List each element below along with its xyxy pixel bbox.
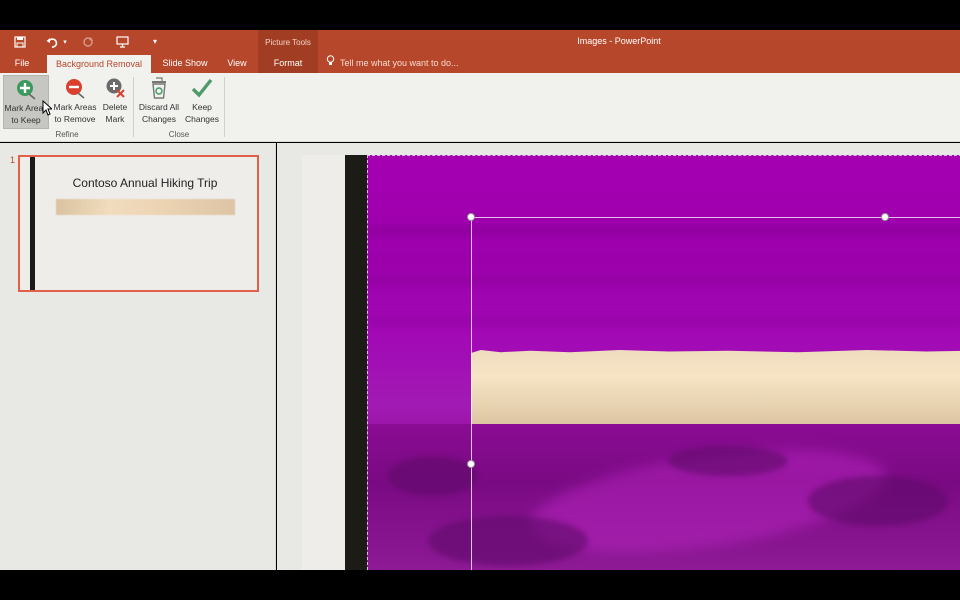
mouse-cursor-icon (42, 99, 54, 116)
close-group-label: Close (168, 130, 190, 139)
refine-group-label: Refine (55, 130, 79, 139)
sky-streak (368, 316, 960, 326)
keep-changes-line2: Changes (184, 114, 220, 124)
video-letterbox-top (0, 0, 960, 30)
keep-changes-button[interactable]: Keep Changes (183, 75, 221, 129)
tell-me-text: Tell me what you want to do... (340, 58, 459, 68)
keep-changes-line1: Keep (192, 102, 212, 112)
delete-mark-icon (104, 77, 126, 99)
resize-handle[interactable] (881, 213, 889, 221)
shrub (808, 476, 948, 526)
shrub (668, 446, 788, 476)
shrub (388, 456, 478, 496)
group-separator (224, 77, 225, 137)
tab-slide-show[interactable]: Slide Show (158, 53, 212, 73)
picture-tools-label: Picture Tools (265, 38, 311, 47)
mark-keep-line2: to Keep (11, 115, 41, 125)
slide-thumbnail[interactable]: Contoso Annual Hiking Trip (18, 155, 259, 292)
ribbon-tabs: File Background Removal Slide Show View … (0, 53, 960, 73)
title-bar: ▾ ▾ Images - PowerPoint (0, 30, 960, 53)
resize-handle[interactable] (467, 213, 475, 221)
slide-dark-bar (345, 155, 367, 570)
shrub (428, 516, 588, 566)
background-removal-picture[interactable] (367, 155, 960, 570)
tab-file[interactable]: File (6, 53, 38, 73)
checkmark-icon (191, 77, 213, 99)
plus-circle-icon (15, 78, 37, 100)
lightbulb-icon (326, 53, 335, 73)
resize-handle[interactable] (467, 460, 475, 468)
thumbnail-title: Contoso Annual Hiking Trip (72, 176, 218, 190)
discard-line2: Changes (141, 114, 177, 124)
video-letterbox-bottom (0, 570, 960, 600)
discard-all-changes-button[interactable]: Discard All Changes (136, 75, 182, 129)
tab-view[interactable]: View (222, 53, 252, 73)
mark-remove-line2: to Remove (54, 114, 96, 124)
mark-areas-to-remove-button[interactable]: Mark Areas to Remove (51, 75, 99, 129)
group-separator (133, 77, 134, 137)
delete-mark-line1: Delete (102, 102, 128, 112)
thumbnail-picture (56, 199, 235, 215)
window-title: Images - PowerPoint (577, 36, 661, 46)
slide-thumbnail-pane: 1 Contoso Annual Hiking Trip (0, 143, 276, 570)
delete-mark-line2: Mark (105, 114, 125, 124)
mark-remove-line1: Mark Areas (53, 102, 97, 112)
tab-format[interactable]: Format (258, 53, 318, 73)
slide-editing-pane (277, 143, 960, 570)
discard-line1: Discard All (138, 102, 180, 112)
tab-background-removal[interactable]: Background Removal (47, 55, 151, 73)
tell-me-box[interactable]: Tell me what you want to do... (326, 53, 459, 73)
slide-number: 1 (10, 155, 16, 165)
delete-mark-button[interactable]: Delete Mark (100, 75, 130, 129)
kept-area (471, 350, 960, 424)
slide-canvas[interactable] (302, 155, 960, 570)
sky-streak (368, 276, 960, 286)
recycle-bin-icon (148, 77, 170, 99)
ribbon: Mark Areas to Keep Mark Areas to Remove … (0, 73, 960, 142)
minus-circle-icon (64, 77, 86, 99)
sky-streak (368, 226, 960, 236)
